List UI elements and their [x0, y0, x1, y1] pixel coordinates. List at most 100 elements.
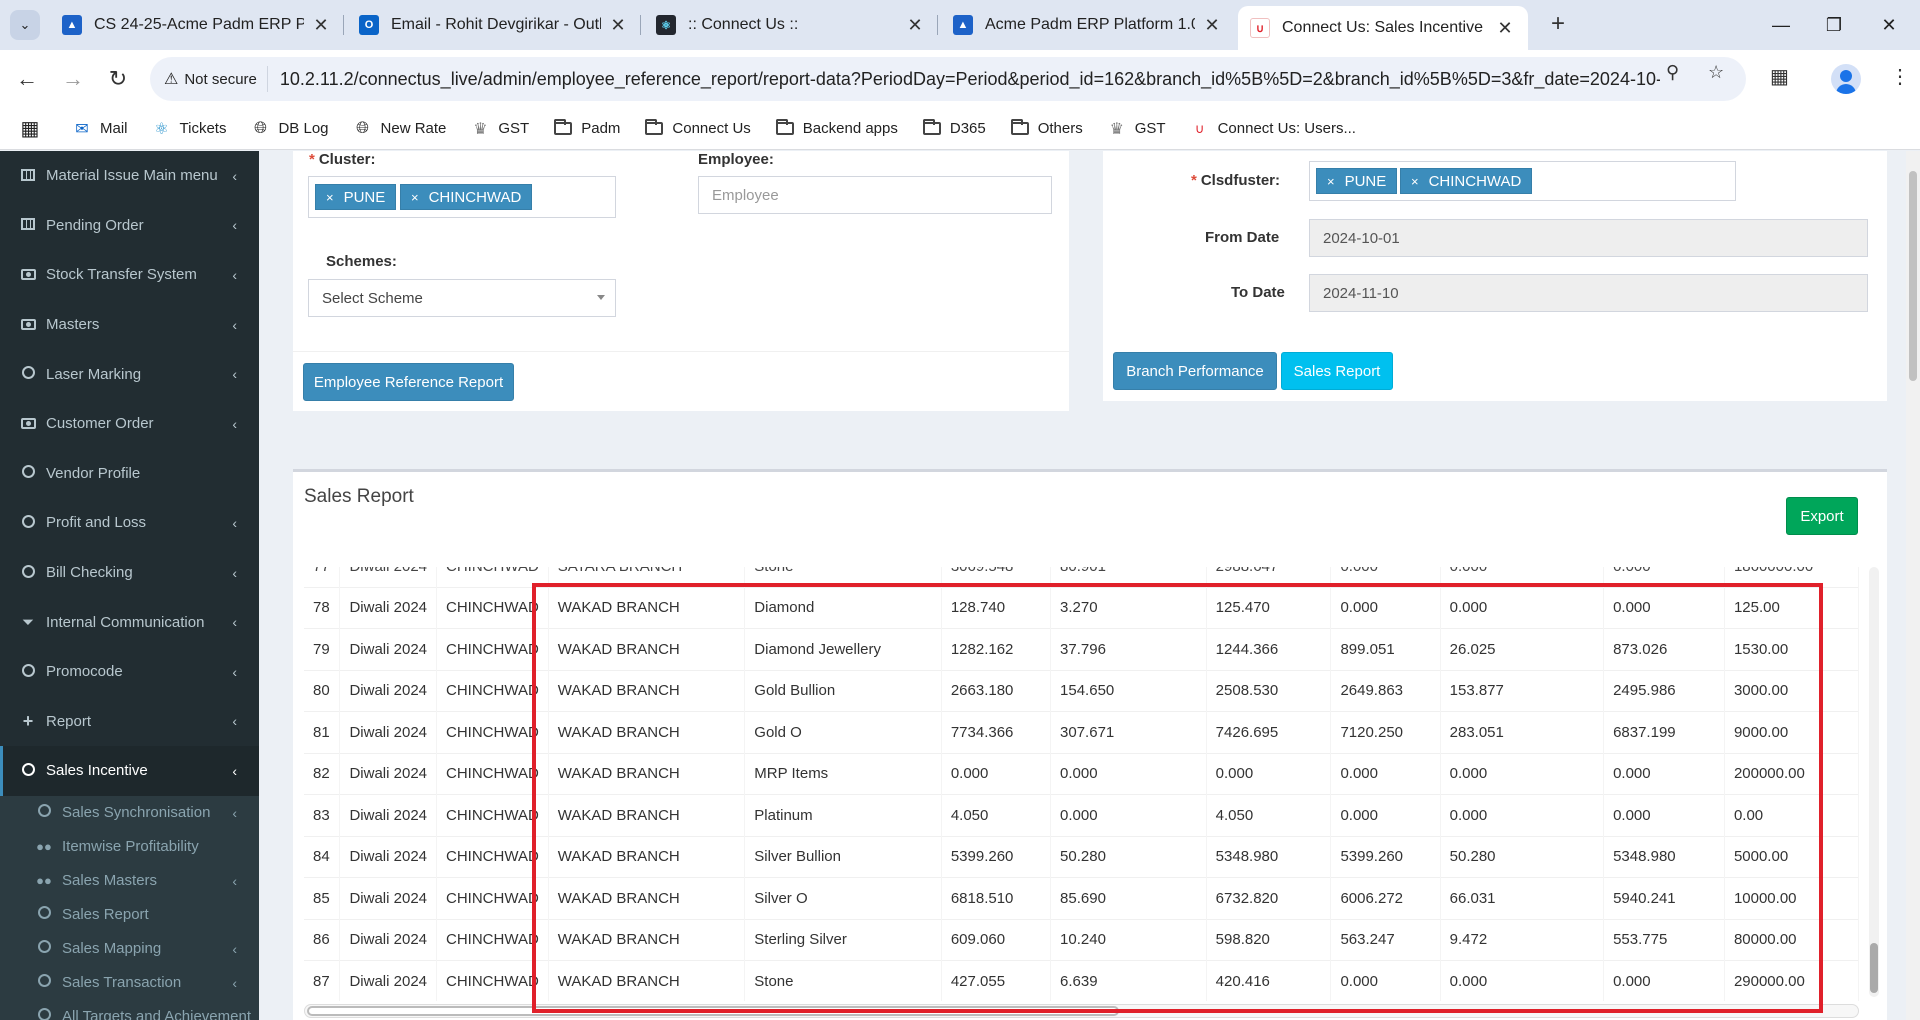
sidebar-item-stock-transfer[interactable]: Stock Transfer System ‹ [0, 250, 259, 300]
table-cell: 0.000 [1603, 794, 1725, 836]
sidebar-item-bill-checking[interactable]: Bill Checking ‹ [0, 548, 259, 598]
employee-input[interactable]: Employee [698, 176, 1052, 214]
bookmark-connect-us-users[interactable]: ∪ Connect Us: Users... [1190, 120, 1356, 138]
bookmark-folder-connect-us[interactable]: Connect Us [644, 119, 751, 138]
close-tab-icon[interactable]: ✕ [1494, 18, 1516, 39]
bookmark-gst[interactable]: ♛ GST [470, 120, 529, 138]
submenu-item-label: Sales Synchronisation [62, 804, 211, 822]
browser-tab-5-active[interactable]: ∪ Connect Us: Sales Incentive Rep ✕ [1238, 6, 1528, 50]
forward-icon[interactable]: → [58, 64, 88, 94]
remove-chip-icon[interactable]: × [326, 190, 334, 205]
cluster-multiselect[interactable]: × PUNE × CHINCHWAD [308, 176, 616, 218]
branch-performance-button[interactable]: Branch Performance [1113, 352, 1277, 390]
cluster-chip-chinchwad[interactable]: × CHINCHWAD [400, 184, 533, 210]
security-indicator[interactable]: ⚠ Not secure [164, 66, 268, 92]
table-icon [20, 168, 36, 184]
export-button[interactable]: Export [1786, 497, 1858, 535]
page-vertical-scrollbar[interactable] [1906, 151, 1920, 1020]
remove-chip-icon[interactable]: × [1411, 174, 1419, 189]
close-tab-icon[interactable]: ✕ [607, 15, 629, 36]
address-bar[interactable]: ⚠ Not secure 10.2.11.2/connectus_live/ad… [150, 57, 1746, 101]
table-horizontal-scrollbar[interactable] [304, 1004, 1859, 1018]
sidebar-item-profit-and-loss[interactable]: Profit and Loss ‹ [0, 498, 259, 548]
sidebar-item-internal-communication[interactable]: ⏷︎ Internal Communication ‹ [0, 597, 259, 647]
new-tab-button[interactable]: + [1543, 10, 1573, 40]
employee-reference-report-button[interactable]: Employee Reference Report [303, 363, 514, 401]
sidebar-item-material-issue[interactable]: Material Issue Main menu ‹ [0, 151, 259, 201]
back-icon[interactable]: ← [12, 64, 42, 94]
profile-avatar[interactable] [1831, 64, 1861, 94]
sidebar-item-sales-incentive[interactable]: Sales Incentive ‹ [0, 746, 259, 796]
sidebar-item-report[interactable]: + Report ‹ [0, 697, 259, 747]
react-icon: ⚛ [656, 15, 676, 35]
close-tab-icon[interactable]: ✕ [1201, 15, 1223, 36]
sales-report-table-scroll[interactable]: 77Diwali 2024CHINCHWADSATARA BRANCHStone… [304, 567, 1869, 1001]
table-cell: 80000.00 [1724, 918, 1860, 961]
bookmark-new-rate[interactable]: 🌐︎ New Rate [353, 119, 446, 138]
close-tab-icon[interactable]: ✕ [310, 15, 332, 36]
browser-tab-2[interactable]: O Email - Rohit Devgirikar - Outlo ✕ [347, 6, 641, 44]
bookmark-mail[interactable]: ✉ Mail [72, 120, 127, 138]
remove-chip-icon[interactable]: × [411, 190, 419, 205]
browser-tab-1[interactable]: ▲ CS 24-25-Acme Padm ERP Platf ✕ [50, 6, 344, 44]
bookmark-folder-backend-apps[interactable]: Backend apps [775, 119, 898, 138]
chevron-left-icon: ‹ [232, 872, 237, 889]
table-cell: 290000.00 [1724, 960, 1860, 1001]
table-cell: 0.000 [1330, 794, 1441, 836]
restore-window-button[interactable]: ❐ [1811, 8, 1857, 42]
submenu-item-sales-mapping[interactable]: Sales Mapping ‹ [0, 932, 259, 966]
bookmark-label: Connect Us [672, 120, 751, 137]
sidebar-item-promocode[interactable]: Promocode ‹ [0, 647, 259, 697]
sidebar-item-customer-order[interactable]: Customer Order ‹ [0, 399, 259, 449]
table-row: 83 Diwali 2024 CHINCHWAD WAKAD BRANCH Platin… [304, 794, 1860, 836]
apps-grid-icon[interactable]: ▦ [20, 118, 48, 140]
bookmark-tickets[interactable]: ⚛ Tickets [152, 120, 226, 138]
close-tab-icon[interactable]: ✕ [904, 15, 926, 36]
outlook-icon: ✉ [75, 120, 89, 138]
table-cell: WAKAD BRANCH [548, 794, 746, 836]
table-cell: 5399.260 [1330, 835, 1441, 878]
tab-search-button[interactable]: ⌄ [10, 10, 40, 40]
submenu-item-sales-synchronisation[interactable]: Sales Synchronisation ‹ [0, 796, 259, 830]
schemes-select[interactable]: Select Scheme [308, 279, 616, 317]
browser-tab-3[interactable]: ⚛ :: Connect Us :: ✕ [644, 6, 938, 44]
cluster-chip-pune[interactable]: × PUNE [315, 184, 397, 210]
bookmark-gst-2[interactable]: ♛ GST [1107, 120, 1166, 138]
browser-tab-4[interactable]: ▲ Acme Padm ERP Platform 1.00 2 ✕ [941, 6, 1235, 44]
from-date-input[interactable]: 2024-10-01 [1309, 219, 1868, 257]
table-cell: SATARA BRANCH [548, 567, 746, 587]
globe-icon: 🌐︎ [356, 119, 369, 137]
submenu-item-sales-transaction[interactable]: Sales Transaction ‹ [0, 966, 259, 1000]
sales-report-button[interactable]: Sales Report [1281, 352, 1393, 390]
sidebar-item-masters[interactable]: Masters ‹ [0, 300, 259, 350]
table-row: 86 Diwali 2024 CHINCHWAD WAKAD BRANCH Sterli… [304, 918, 1860, 961]
clsdfuster-chip-chinchwad[interactable]: × CHINCHWAD [1400, 168, 1533, 194]
sidebar-item-laser-marking[interactable]: Laser Marking ‹ [0, 349, 259, 399]
zoom-icon[interactable]: ⚲ [1666, 62, 1679, 83]
to-date-input[interactable]: 2024-11-10 [1309, 274, 1868, 312]
close-window-button[interactable]: ✕ [1866, 8, 1912, 42]
table-cell: WAKAD BRANCH [548, 918, 746, 961]
remove-chip-icon[interactable]: × [1327, 174, 1335, 189]
submenu-item-sales-report[interactable]: Sales Report [0, 898, 259, 932]
bookmark-folder-padm[interactable]: Padm [553, 119, 620, 138]
clsdfuster-chip-pune[interactable]: × PUNE [1316, 168, 1398, 194]
bookmark-db-log[interactable]: 🌐︎ DB Log [250, 120, 328, 138]
sidebar-item-pending-order[interactable]: Pending Order ‹ [0, 201, 259, 251]
bookmark-folder-d365[interactable]: D365 [922, 119, 986, 138]
submenu-item-sales-masters[interactable]: ●● Sales Masters ‹ [0, 864, 259, 898]
clsdfuster-multiselect[interactable]: × PUNE × CHINCHWAD [1309, 161, 1736, 201]
tab-title: Acme Padm ERP Platform 1.00 2 [985, 16, 1195, 33]
table-cell: 0.000 [1050, 752, 1207, 795]
minimize-window-button[interactable]: — [1758, 8, 1804, 42]
bookmark-star-icon[interactable]: ☆ [1708, 62, 1724, 83]
submenu-item-itemwise-profitability[interactable]: ●● Itemwise Profitability [0, 830, 259, 864]
bookmark-folder-others[interactable]: Others [1010, 119, 1083, 138]
url-text[interactable]: 10.2.11.2/connectus_live/admin/employee_… [280, 69, 1660, 90]
table-vertical-scrollbar[interactable] [1869, 567, 1879, 997]
menu-kebab-icon[interactable]: ⋮ [1890, 64, 1910, 89]
sidebar-item-vendor-profile[interactable]: Vendor Profile [0, 449, 259, 499]
reload-icon[interactable]: ↻ [103, 64, 133, 94]
extensions-icon[interactable]: ▦ [1770, 64, 1789, 89]
submenu-item-all-targets[interactable]: All Targets and Achievement [0, 1000, 259, 1020]
